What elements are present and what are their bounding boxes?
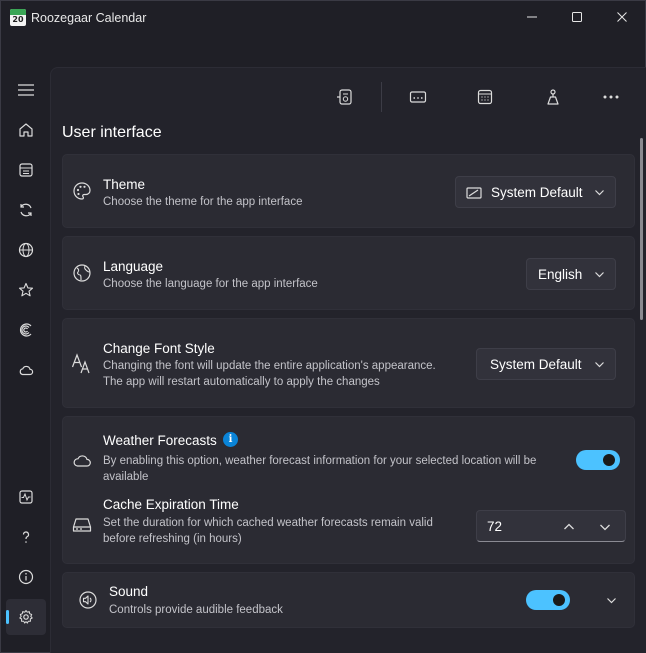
nav-about[interactable] [6, 559, 46, 595]
month-view-button[interactable] [398, 80, 438, 114]
more-icon [603, 95, 619, 99]
toggle-knob [553, 594, 565, 606]
globe-icon [18, 242, 34, 258]
cache-description-line1: Set the duration for which cached weathe… [103, 517, 433, 529]
help-icon [22, 531, 30, 543]
home-icon [19, 123, 33, 137]
nav-activity[interactable] [6, 479, 46, 515]
app-icon: 20 [10, 9, 26, 26]
calendar-refresh-icon [337, 89, 352, 105]
chevron-down-icon [594, 359, 605, 370]
font-description-line1: Changing the font will update the entire… [103, 360, 436, 372]
window-title: Roozegaar Calendar [31, 11, 147, 25]
nav-weather[interactable] [6, 352, 46, 388]
sound-toggle[interactable] [526, 590, 570, 610]
close-icon [617, 12, 627, 22]
side-navigation [1, 71, 49, 652]
more-options-button[interactable] [591, 80, 631, 114]
sound-description: Controls provide audible feedback [109, 604, 283, 616]
section-title: User interface [62, 124, 162, 141]
nav-world[interactable] [6, 232, 46, 268]
palette-icon [71, 180, 93, 202]
nav-home[interactable] [6, 112, 46, 148]
close-button[interactable] [599, 1, 645, 33]
info-badge-icon[interactable]: i [223, 432, 238, 447]
cache-hours-value: 72 [487, 519, 503, 534]
cache-description-line2: before refreshing (in hours) [103, 533, 242, 545]
app-icon-number: 20 [12, 15, 24, 24]
theme-description: Choose the theme for the app interface [103, 196, 303, 208]
language-dropdown-value: English [538, 267, 583, 282]
app-window: 20 Roozegaar Calendar User interface The… [0, 0, 646, 653]
hamburger-icon [18, 84, 34, 96]
nav-favorites[interactable] [6, 272, 46, 308]
calendar-icon [19, 163, 33, 177]
toggle-knob [603, 454, 615, 466]
settings-panel: User interface Theme Choose the theme fo… [50, 67, 646, 653]
theme-title: Theme [103, 177, 146, 192]
calendar-grid-icon [477, 89, 493, 105]
minimize-button[interactable] [509, 1, 555, 33]
pin-icon [547, 89, 559, 105]
font-setting-card: Change Font Style Changing the font will… [62, 318, 635, 408]
maximize-button[interactable] [554, 1, 600, 33]
gear-icon [19, 610, 33, 624]
decrement-button[interactable] [599, 521, 611, 533]
font-dropdown[interactable]: System Default [476, 348, 616, 380]
title-bar: 20 Roozegaar Calendar [1, 1, 645, 35]
go-to-today-button[interactable] [325, 80, 365, 114]
increment-button[interactable] [563, 521, 575, 533]
sound-setting-card[interactable]: Sound Controls provide audible feedback [62, 572, 635, 628]
chevron-down-icon [607, 598, 616, 604]
nav-settings[interactable] [6, 599, 46, 635]
nav-occasions[interactable] [6, 312, 46, 348]
nav-calendar[interactable] [6, 152, 46, 188]
minimize-icon [527, 16, 537, 18]
pin-button[interactable] [533, 80, 573, 114]
moon-phase-icon [20, 323, 32, 337]
nav-help[interactable] [6, 519, 46, 555]
cache-hours-input[interactable]: 72 [476, 510, 626, 542]
storage-icon [71, 514, 93, 536]
sound-title: Sound [109, 584, 149, 599]
info-icon [18, 569, 34, 585]
chevron-down-icon [594, 187, 605, 198]
weather-toggle[interactable] [576, 450, 620, 470]
theme-preview-icon [466, 185, 482, 201]
maximize-icon [572, 12, 582, 22]
weather-description-line1: By enabling this option, weather forecas… [103, 455, 537, 467]
language-description: Choose the language for the app interfac… [103, 278, 318, 290]
font-title: Change Font Style [103, 341, 215, 356]
command-separator [381, 82, 382, 112]
weather-description-line2: available [103, 471, 149, 483]
theme-dropdown[interactable]: System Default [455, 176, 616, 208]
weather-title: Weather Forecasts [103, 433, 217, 448]
cache-title: Cache Expiration Time [103, 497, 239, 512]
sync-icon [20, 203, 32, 217]
weather-setting-card: Weather Forecasts i By enabling this opt… [62, 416, 635, 564]
cloud-icon [19, 365, 34, 376]
nav-converter[interactable] [6, 192, 46, 228]
theme-dropdown-value: System Default [491, 185, 583, 200]
language-setting-card: Language Choose the language for the app… [62, 236, 635, 310]
star-icon [18, 282, 34, 297]
expand-button[interactable] [606, 595, 617, 606]
week-view-button[interactable] [465, 80, 505, 114]
chevron-down-icon [594, 269, 605, 280]
calendar-month-icon [409, 91, 427, 103]
chevron-up-icon [564, 523, 574, 530]
font-dropdown-value: System Default [490, 357, 582, 372]
font-description-line2: The app will restart automatically to ap… [103, 376, 380, 388]
language-title: Language [103, 259, 164, 274]
scrollbar[interactable] [640, 138, 643, 320]
weather-cloud-icon [71, 449, 93, 471]
language-globe-icon [71, 262, 93, 284]
nav-menu-toggle[interactable] [6, 72, 46, 108]
theme-setting-card: Theme Choose the theme for the app inter… [62, 154, 635, 228]
chevron-down-icon [600, 524, 610, 531]
language-dropdown[interactable]: English [526, 258, 616, 290]
font-icon [71, 353, 93, 375]
pulse-icon [19, 490, 33, 504]
speaker-icon [77, 589, 99, 611]
